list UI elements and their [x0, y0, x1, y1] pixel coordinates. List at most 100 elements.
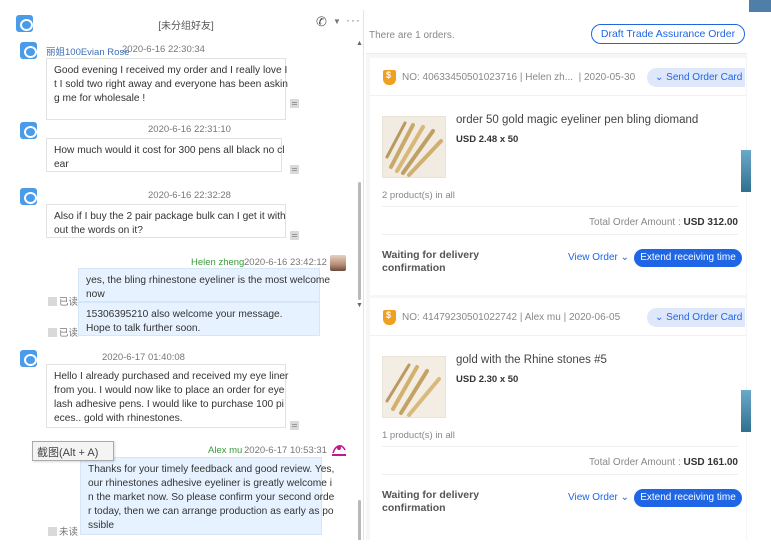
- divider: [382, 446, 738, 447]
- product-name[interactable]: order 50 gold magic eyeliner pen bling d…: [456, 114, 698, 126]
- user-avatar[interactable]: [330, 255, 346, 271]
- divider: [382, 234, 738, 235]
- chevron-down-icon[interactable]: ▼: [333, 17, 341, 26]
- total-order-amount: Total Order Amount : USD 161.00: [589, 457, 738, 468]
- chevron-down-icon: ⌄: [620, 492, 630, 503]
- message-timestamp: 2020-6-16 23:42:12: [244, 257, 327, 268]
- order-status: Waiting for delivery confirmation: [382, 249, 479, 275]
- sender-name: Alex mu: [208, 445, 243, 456]
- message-line: Also if I buy the 2 pair package bulk ca…: [54, 211, 286, 222]
- message-menu-icon[interactable]: [290, 99, 299, 108]
- read-status-icon: [48, 297, 57, 306]
- view-order-link[interactable]: View Order ⌄: [568, 492, 629, 503]
- contact-avatar[interactable]: [20, 42, 37, 59]
- order-number: NO: 40633450501023716 | Helen zh... | 20…: [402, 72, 636, 83]
- product-image[interactable]: [382, 116, 446, 178]
- order-status-line: Waiting for delivery: [382, 489, 480, 501]
- order-card: NO: 40633450501023716 | Helen zh... | 20…: [370, 58, 746, 295]
- product-name[interactable]: gold with the Rhine stones #5: [456, 354, 607, 366]
- rhinestone-pens-image: [383, 357, 445, 417]
- scrollbar-thumb[interactable]: [358, 182, 361, 300]
- total-value: USD 161.00: [683, 457, 738, 468]
- order-number: NO: 41479230501022742 | Alex mu | 2020-0…: [402, 312, 621, 323]
- message-menu-icon[interactable]: [290, 231, 299, 240]
- message-line: n the market now. So please confirm your…: [88, 492, 335, 503]
- message-line: 15306395210 also welcome your message.: [86, 309, 283, 320]
- order-status-line: confirmation: [382, 502, 446, 514]
- contact-avatar[interactable]: [20, 188, 37, 205]
- message-line: Thanks for your timely feedback and good…: [88, 464, 335, 475]
- product-image[interactable]: [382, 356, 446, 418]
- trade-assurance-shield-icon: [383, 70, 396, 85]
- product-price: USD 2.30 x 50: [456, 374, 519, 385]
- chat-title: [未分组好友]: [158, 21, 214, 32]
- message-bubble: Also if I buy the 2 pair package bulk ca…: [46, 204, 286, 238]
- divider: [382, 474, 738, 475]
- read-status-label: 已读: [59, 328, 79, 339]
- eyeliner-pens-image: [383, 117, 445, 177]
- order-card-header: NO: 40633450501023716 | Helen zh... | 20…: [370, 58, 746, 96]
- message-bubble: yes, the bling rhinestone eyeliner is th…: [78, 268, 331, 302]
- view-order-label: View Order: [568, 492, 618, 503]
- background-thumbnail: [741, 390, 751, 432]
- scrollbar-thumb[interactable]: [358, 500, 361, 540]
- order-status: Waiting for delivery confirmation: [382, 489, 479, 515]
- message-bubble: Hello I already purchased and received m…: [46, 364, 289, 428]
- view-order-link[interactable]: View Order ⌄: [568, 252, 629, 263]
- message-line: out the words on it?: [54, 225, 143, 236]
- read-status: 已读: [48, 325, 78, 339]
- orders-header: There are 1 orders. Draft Trade Assuranc…: [366, 10, 747, 54]
- scroll-down-arrow-icon[interactable]: ▼: [356, 302, 363, 309]
- send-order-card-label: Send Order Card: [666, 72, 743, 83]
- total-label: Total Order Amount :: [589, 457, 681, 468]
- message-line: now: [86, 289, 105, 300]
- message-line: eces.. gold with rhinestones.: [54, 413, 183, 424]
- order-status-line: confirmation: [382, 262, 446, 274]
- message-line: Good evening I received my order and I r…: [54, 65, 288, 76]
- message-line: yes, the bling rhinestone eyeliner is th…: [86, 275, 331, 286]
- message-bubble: Thanks for your timely feedback and good…: [80, 457, 335, 535]
- order-card-header: NO: 41479230501022742 | Alex mu | 2020-0…: [370, 298, 746, 336]
- trade-assurance-shield-icon: [383, 310, 396, 325]
- message-timestamp: 2020-6-17 01:40:08: [102, 352, 185, 363]
- message-line: ear: [54, 159, 69, 170]
- message-line: ssible: [88, 520, 115, 531]
- contact-avatar[interactable]: [20, 122, 37, 139]
- sender-name: 丽姐100Evian Rose: [46, 47, 130, 58]
- extend-receiving-time-button[interactable]: Extend receiving time: [634, 489, 742, 507]
- send-order-card-label: Send Order Card: [666, 312, 743, 323]
- message-menu-icon[interactable]: [290, 165, 299, 174]
- contact-avatar[interactable]: [20, 350, 37, 367]
- send-order-card-button[interactable]: ⌄ Send Order Card: [647, 68, 745, 87]
- message-line: from you. I would now like to place an o…: [54, 385, 285, 396]
- product-count: 1 product(s) in all: [382, 430, 455, 441]
- chevron-down-icon: ⌄: [655, 72, 667, 83]
- product-count: 2 product(s) in all: [382, 190, 455, 201]
- draft-trade-assurance-order-button[interactable]: Draft Trade Assurance Order: [591, 24, 745, 44]
- chevron-down-icon: ⌄: [655, 312, 667, 323]
- divider: [382, 206, 738, 207]
- more-icon[interactable]: ···: [346, 13, 361, 27]
- extend-receiving-time-button[interactable]: Extend receiving time: [634, 249, 742, 267]
- message-line: How much would it cost for 300 pens all …: [54, 145, 285, 156]
- message-menu-icon[interactable]: [290, 421, 299, 430]
- message-line: Hello I already purchased and received m…: [54, 371, 289, 382]
- message-timestamp: 2020-6-16 22:31:10: [148, 124, 231, 135]
- message-timestamp: 2020-6-17 10:53:31: [244, 445, 327, 456]
- send-order-card-button[interactable]: ⌄ Send Order Card: [647, 308, 745, 327]
- message-timestamp: 2020-6-16 22:32:28: [148, 190, 231, 201]
- total-order-amount: Total Order Amount : USD 312.00: [589, 217, 738, 228]
- read-status: 已读: [48, 294, 78, 308]
- sender-name: Helen zheng: [191, 257, 245, 268]
- message-line: lash adhesive pens. I would like to purc…: [54, 399, 284, 410]
- view-order-label: View Order: [568, 252, 618, 263]
- background-window-strip: [747, 10, 771, 540]
- company-avatar[interactable]: [330, 442, 348, 458]
- message-bubble: How much would it cost for 300 pens all …: [46, 138, 285, 172]
- screenshot-tooltip: 截图(Alt + A): [32, 441, 114, 461]
- scroll-up-arrow-icon[interactable]: ▲: [356, 40, 363, 47]
- phone-icon[interactable]: ✆: [316, 14, 327, 30]
- message-bubble: Good evening I received my order and I r…: [46, 58, 288, 120]
- message-bubble: 15306395210 also welcome your message. H…: [78, 302, 320, 336]
- read-status-label: 已读: [59, 297, 79, 308]
